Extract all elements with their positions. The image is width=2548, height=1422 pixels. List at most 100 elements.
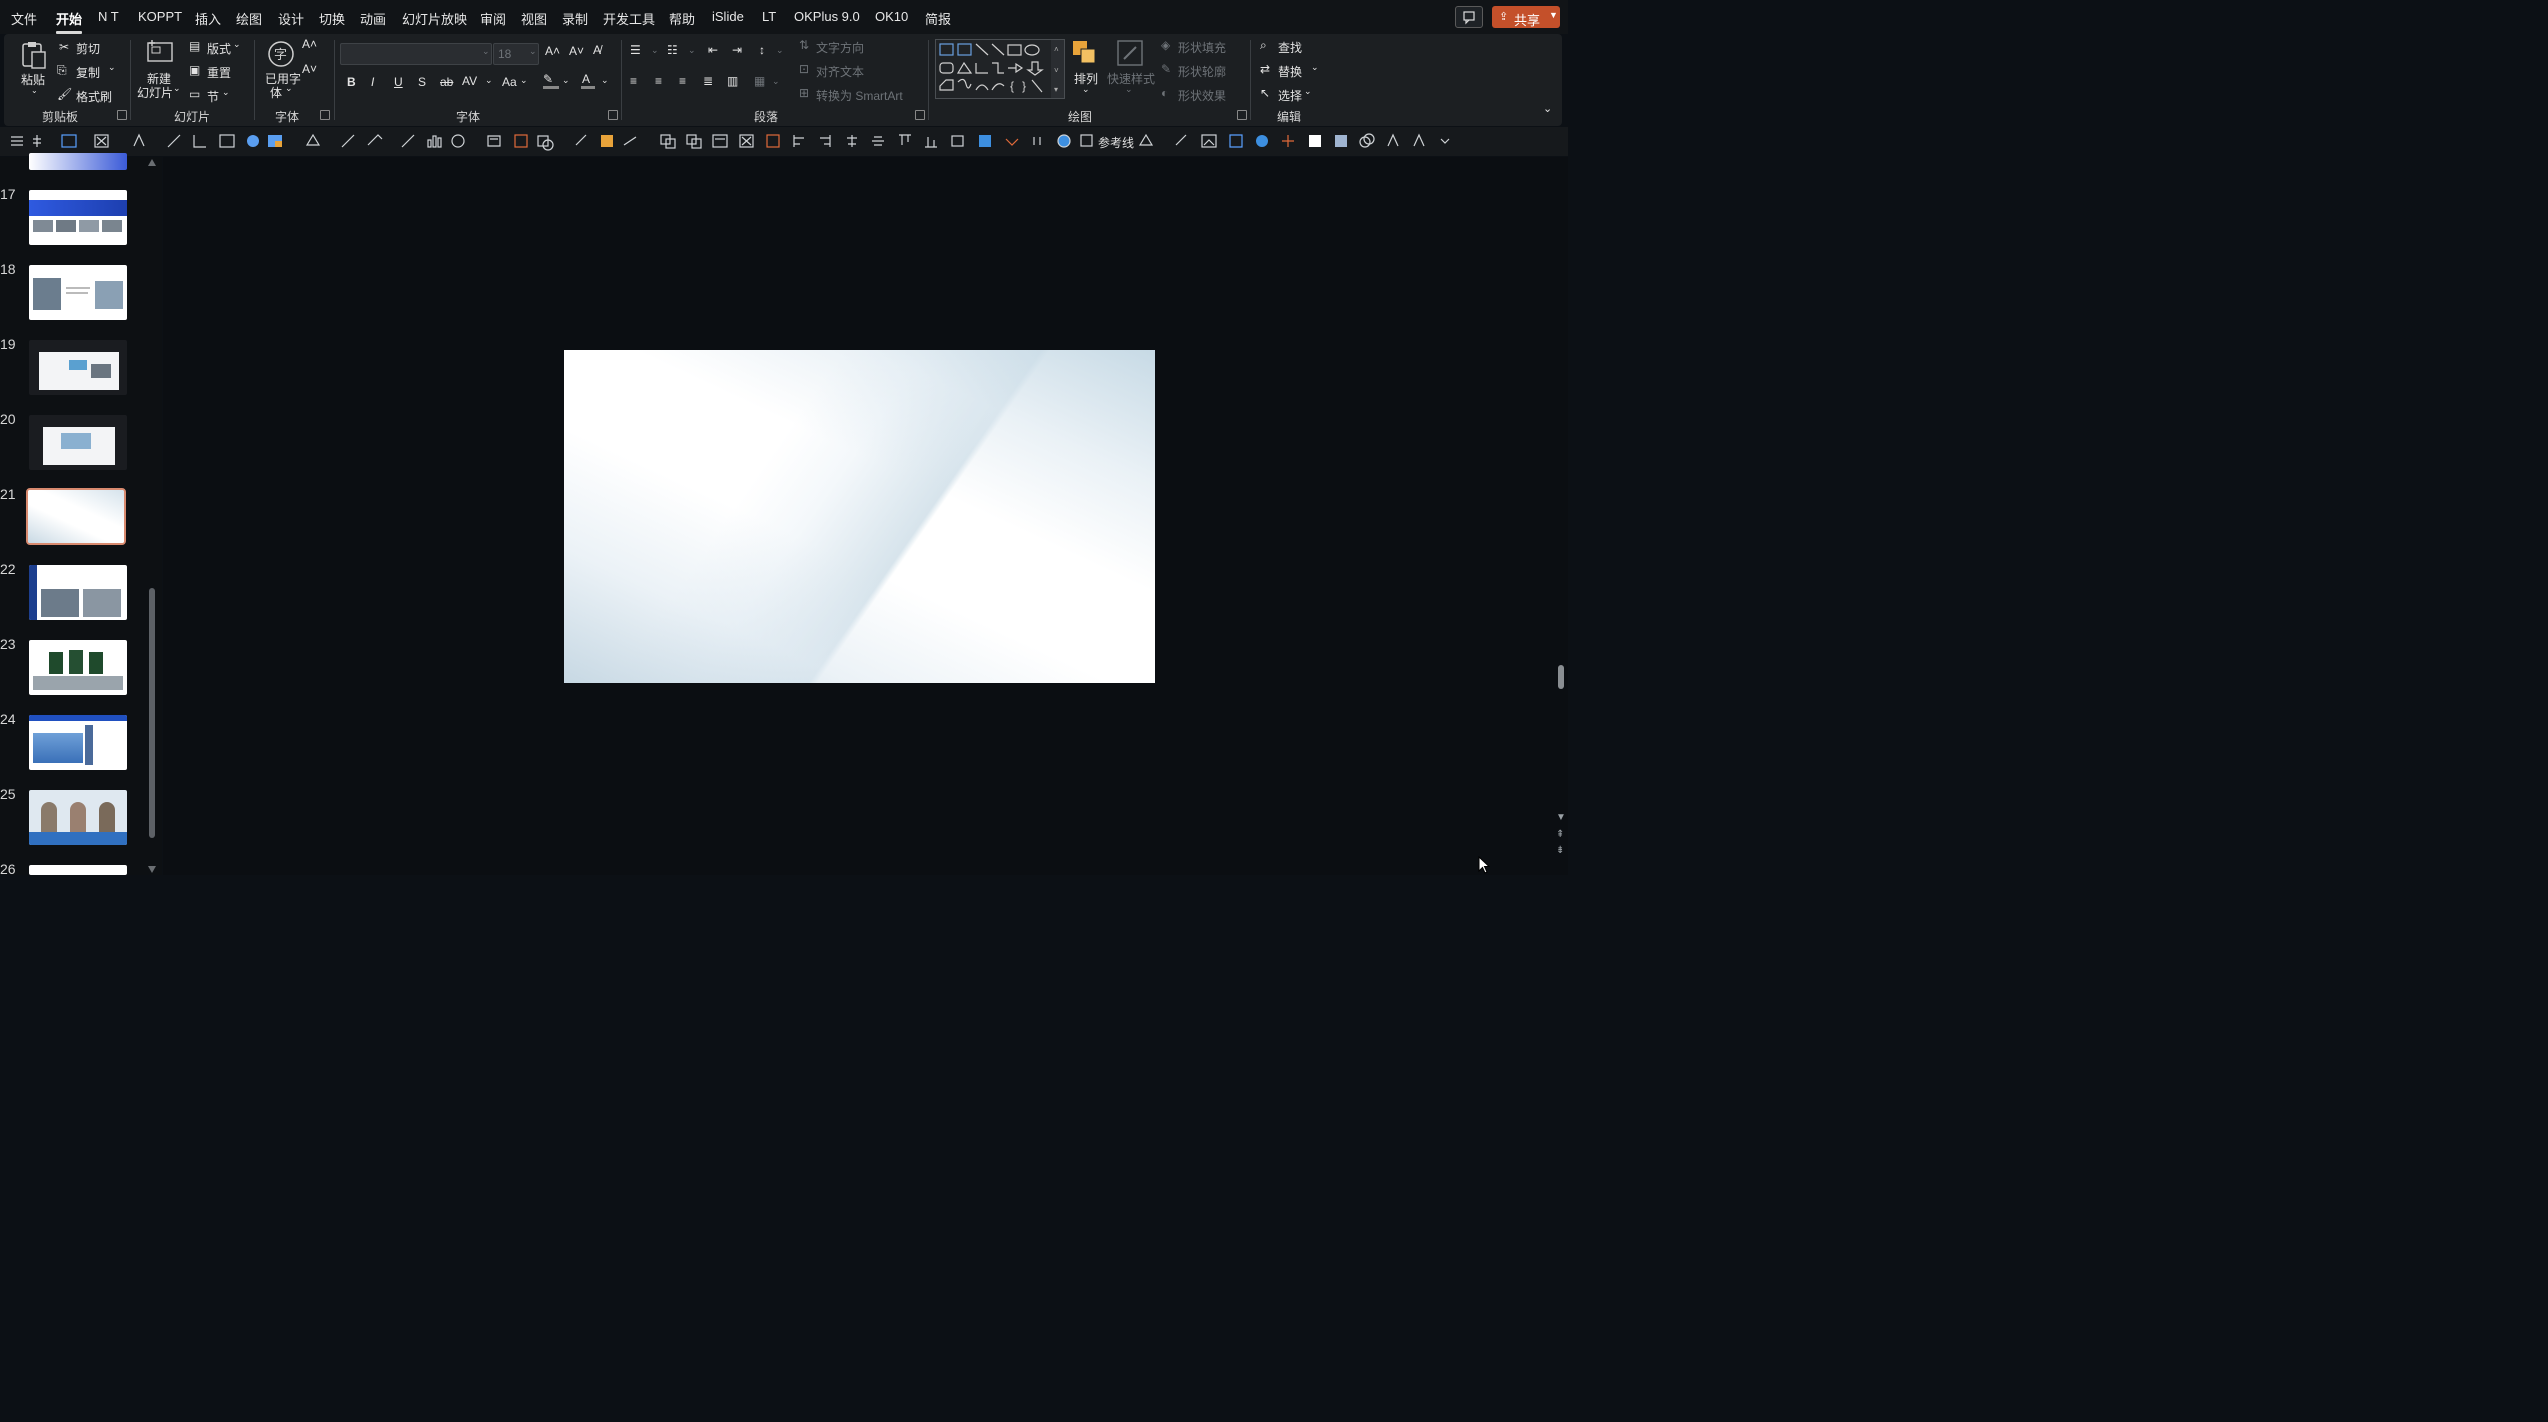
menu-record[interactable]: 录制 <box>562 9 588 28</box>
font-name-input[interactable] <box>340 43 492 65</box>
font-launcher-icon[interactable] <box>320 110 330 120</box>
menu-file[interactable]: 文件 <box>11 9 37 28</box>
reset-button[interactable]: 重置 <box>207 64 231 81</box>
chevron-down-icon[interactable]: ⌄ <box>485 75 493 86</box>
new-slide-button-line2[interactable]: 幻灯片 <box>137 84 173 101</box>
line-spacing-icon[interactable]: ↕ <box>759 43 765 57</box>
format-painter-button[interactable]: 格式刷 <box>76 88 112 105</box>
menu-animations[interactable]: 动画 <box>360 9 386 28</box>
increase-font-icon[interactable]: A˄ <box>545 44 560 58</box>
align-text-button[interactable]: 对齐文本 <box>816 63 864 80</box>
section-button[interactable]: 节 <box>207 88 219 105</box>
decrease-font-icon[interactable]: A˅ <box>569 44 584 58</box>
menu-jianbao[interactable]: 简报 <box>925 9 951 28</box>
slide-thumbnail-19[interactable] <box>29 340 127 395</box>
shadow-icon[interactable]: S <box>418 75 426 89</box>
chevron-down-icon[interactable]: ⌄ <box>233 39 241 50</box>
font-color-icon[interactable]: A <box>582 72 590 86</box>
justify-icon[interactable]: ≣ <box>703 74 713 88</box>
italic-icon[interactable]: I <box>371 75 374 89</box>
comment-button[interactable] <box>1455 6 1483 28</box>
menu-developer[interactable]: 开发工具 <box>603 9 655 28</box>
menu-draw[interactable]: 绘图 <box>236 9 262 28</box>
distributed-icon[interactable]: ▥ <box>727 74 738 88</box>
chevron-down-icon[interactable]: ⌄ <box>173 83 181 94</box>
grow-font-icon[interactable]: A˄ <box>302 37 317 51</box>
chevron-down-icon[interactable]: ⌄ <box>482 46 490 57</box>
bold-icon[interactable]: B <box>347 75 356 89</box>
menu-okplus[interactable]: OKPlus 9.0 <box>794 9 860 24</box>
menu-design[interactable]: 设计 <box>278 9 304 28</box>
chevron-down-icon[interactable]: ⌄ <box>529 46 537 57</box>
font-dialog-launcher-icon[interactable] <box>608 110 618 120</box>
menu-koppt[interactable]: KOPPT <box>138 9 182 24</box>
select-button[interactable]: 选择 <box>1278 87 1302 104</box>
align-left-icon[interactable]: ≡ <box>630 74 637 88</box>
chevron-down-icon[interactable]: ⌄ <box>772 76 780 87</box>
chevron-down-icon[interactable]: ⌄ <box>285 83 293 94</box>
columns-icon[interactable]: ▦ <box>754 74 765 88</box>
scroll-down-icon[interactable] <box>148 866 156 873</box>
guides-label[interactable]: 参考线 <box>1098 134 1134 151</box>
convert-smartart-button[interactable]: 转换为 SmartArt <box>816 87 903 104</box>
collapse-ribbon-icon[interactable]: ⌄ <box>1543 102 1552 115</box>
shape-outline-button[interactable]: 形状轮廓 <box>1178 63 1226 80</box>
chevron-down-icon[interactable]: ⌄ <box>31 86 38 95</box>
layout-button[interactable]: 版式 <box>207 40 231 57</box>
menu-help[interactable]: 帮助 <box>669 9 695 28</box>
menu-insert[interactable]: 插入 <box>195 9 221 28</box>
align-center-icon[interactable]: ≡ <box>655 74 662 88</box>
chevron-down-icon[interactable]: ⌄ <box>1304 86 1312 97</box>
shrink-font-icon[interactable]: A˅ <box>302 62 317 76</box>
chevron-down-icon[interactable]: ⌄ <box>562 75 570 86</box>
menu-ok10[interactable]: OK10 <box>875 9 908 24</box>
menu-transitions[interactable]: 切换 <box>319 9 345 28</box>
chevron-down-icon[interactable]: ⌄ <box>520 75 528 86</box>
chevron-down-icon[interactable]: ⌄ <box>776 45 784 56</box>
chevron-down-icon[interactable]: ⌄ <box>222 87 230 98</box>
slide-thumbnail-20[interactable] <box>29 415 127 470</box>
chevron-down-icon[interactable]: ⌄ <box>601 75 609 86</box>
menu-islide[interactable]: iSlide <box>712 9 744 24</box>
slide-thumbnail-23[interactable] <box>29 640 127 695</box>
slide-thumbnail-24[interactable] <box>29 715 127 770</box>
menu-review[interactable]: 审阅 <box>480 9 506 28</box>
chevron-down-icon[interactable]: ⌄ <box>651 45 659 56</box>
clipboard-launcher-icon[interactable] <box>117 110 127 120</box>
menu-lt[interactable]: LT <box>762 9 776 24</box>
menu-slideshow[interactable]: 幻灯片放映 <box>402 9 467 28</box>
bullets-icon[interactable]: ☰ <box>630 43 641 57</box>
decrease-indent-icon[interactable]: ⇤ <box>708 43 718 57</box>
current-slide[interactable] <box>564 350 1155 683</box>
change-case-icon[interactable]: Aa <box>502 75 517 89</box>
char-spacing-icon[interactable]: AV <box>462 74 477 88</box>
next-slide-icon[interactable]: ⇟ <box>1556 845 1564 856</box>
slide-thumbnail-21-selected[interactable] <box>26 488 126 545</box>
copy-button[interactable]: 复制 <box>76 64 100 81</box>
paragraph-launcher-icon[interactable] <box>915 110 925 120</box>
scroll-down-icon[interactable]: ▼ <box>1556 812 1566 823</box>
drawing-launcher-icon[interactable] <box>1237 110 1247 120</box>
shape-fill-button[interactable]: 形状填充 <box>1178 39 1226 56</box>
scroll-up-icon[interactable] <box>148 159 156 166</box>
editor-scrollbar-thumb[interactable] <box>1558 665 1564 689</box>
find-button[interactable]: 查找 <box>1278 39 1302 56</box>
text-direction-button[interactable]: 文字方向 <box>816 39 864 56</box>
chevron-down-icon[interactable]: ⌄ <box>1125 84 1133 95</box>
clear-format-icon[interactable]: A̸ <box>593 43 601 57</box>
shape-effects-button[interactable]: 形状效果 <box>1178 87 1226 104</box>
slide-thumbnail-17[interactable] <box>29 190 127 245</box>
slide-thumbnail-25[interactable] <box>29 790 127 845</box>
menu-view[interactable]: 视图 <box>521 9 547 28</box>
slide-thumbnail-22[interactable] <box>29 565 127 620</box>
strikethrough-icon[interactable]: ab <box>440 75 453 89</box>
chevron-down-icon[interactable]: ⌄ <box>108 62 116 73</box>
panel-scrollbar-thumb[interactable] <box>149 588 155 838</box>
align-right-icon[interactable]: ≡ <box>679 74 686 88</box>
chevron-down-icon[interactable]: ⌄ <box>1311 62 1319 73</box>
slide-thumbnail-18[interactable] <box>29 265 127 320</box>
menu-nt[interactable]: N T <box>98 9 119 24</box>
cut-button[interactable]: 剪切 <box>76 40 100 57</box>
increase-indent-icon[interactable]: ⇥ <box>732 43 742 57</box>
replace-button[interactable]: 替换 <box>1278 63 1302 80</box>
